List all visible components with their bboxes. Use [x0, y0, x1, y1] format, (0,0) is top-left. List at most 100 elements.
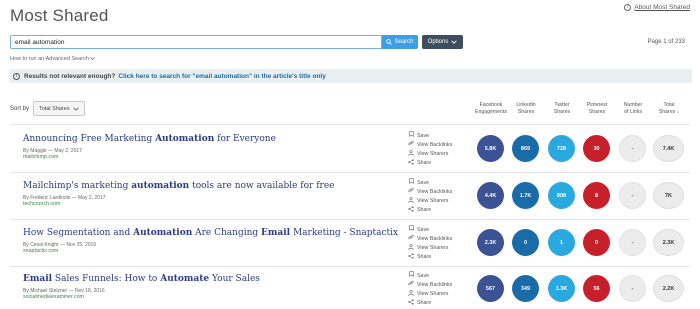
linkedin-shares-value: 349: [512, 275, 539, 302]
col-label: Total: [663, 102, 675, 108]
share-icon: [408, 206, 414, 215]
article-title-link[interactable]: Announcing Free Marketing Automation for…: [23, 134, 276, 144]
col-facebook-engagements[interactable]: Facebook Engagements: [471, 102, 511, 116]
about-most-shared-link[interactable]: i About Most Shared: [624, 4, 690, 11]
view-backlinks-action[interactable]: View Backlinks: [408, 280, 452, 289]
total-shares-value: 7K: [653, 182, 684, 209]
info-icon: i: [13, 72, 20, 80]
total-shares-value: 2.3K: [653, 229, 684, 256]
article-actions: Save View Backlinks View Sharers Share: [408, 178, 452, 215]
title-part: Email: [23, 274, 53, 284]
save-label: Save: [417, 179, 430, 186]
save-action[interactable]: Save: [408, 225, 452, 234]
col-number-of-links[interactable]: Number of Links: [613, 102, 653, 116]
article-title-link[interactable]: Email Sales Funnels: How to Automate You…: [23, 274, 260, 284]
article-domain-link[interactable]: mailchimp.com: [23, 154, 58, 160]
people-icon: [408, 196, 414, 206]
share-icon: [408, 253, 414, 262]
save-action[interactable]: Save: [408, 131, 452, 140]
save-label: Save: [417, 226, 430, 233]
link-icon: [408, 140, 414, 149]
share-action[interactable]: Share: [408, 206, 452, 215]
col-label: Shares: [553, 109, 571, 115]
share-action[interactable]: Share: [408, 299, 452, 308]
col-twitter-shares[interactable]: Twitter Shares: [542, 102, 582, 116]
facebook-engagements-value: 2.3K: [477, 229, 504, 256]
title-part: Marketing - Snaptactix: [290, 228, 399, 238]
search-input[interactable]: [10, 35, 382, 49]
facebook-engagements-value: 567: [477, 275, 504, 302]
title-part: Automation: [155, 134, 215, 144]
number-of-links-value: -: [619, 182, 646, 209]
title-part: tools are now available for free: [189, 181, 335, 191]
divider: [10, 172, 690, 173]
article-row: Announcing Free Marketing Automation for…: [0, 131, 700, 180]
view-backlinks-action[interactable]: View Backlinks: [408, 234, 452, 243]
bookmark-icon: [408, 131, 414, 140]
advanced-search-help-link[interactable]: How to run an Advanced Search: [10, 56, 96, 62]
search-icon: [386, 39, 393, 45]
title-only-search-link[interactable]: Click here to search for "email automati…: [118, 73, 325, 80]
title-part: Email: [261, 228, 291, 238]
col-pinterest-shares[interactable]: Pinterest Shares: [577, 102, 617, 116]
banner-prefix: Results not relevant enough?: [24, 72, 116, 80]
article-domain-link[interactable]: techcrunch.com: [23, 201, 60, 207]
article-domain-link[interactable]: socialmediaexaminer.com: [23, 294, 84, 300]
view-sharers-action[interactable]: View Sharers: [408, 196, 452, 206]
share-action[interactable]: Share: [408, 253, 452, 262]
title-part: Automation: [133, 228, 193, 238]
share-label: Share: [417, 160, 432, 167]
about-link-label: About Most Shared: [634, 4, 690, 11]
col-total-shares[interactable]: Total Shares ↓: [649, 102, 689, 116]
article-domain-link[interactable]: snaptactix.com: [23, 248, 58, 254]
linkedin-shares-value: 869: [512, 135, 539, 162]
col-label: Shares: [588, 109, 606, 115]
col-label: Engagements: [474, 109, 507, 115]
save-action[interactable]: Save: [408, 178, 452, 187]
view-sharers-action[interactable]: View Sharers: [408, 243, 452, 253]
link-icon: [408, 280, 414, 289]
col-label: Number: [623, 102, 643, 108]
share-label: Share: [417, 254, 432, 261]
options-button[interactable]: Options: [422, 35, 463, 49]
sort-by-label: Sort by: [10, 106, 30, 112]
title-part: Mailchimp's marketing: [23, 181, 132, 191]
search-button[interactable]: Search: [382, 35, 418, 49]
pinterest-shares-value: 0: [583, 229, 610, 256]
title-part: Your Sales: [209, 274, 260, 284]
col-linkedin-shares[interactable]: Linkedin Shares: [506, 102, 546, 116]
linkedin-shares-value: 0: [512, 229, 539, 256]
col-label: Shares ↓: [658, 109, 680, 115]
divider: [10, 124, 690, 125]
col-label: Linkedin: [516, 102, 536, 108]
sort-select[interactable]: Total Shares: [33, 101, 85, 116]
view-backlinks-action[interactable]: View Backlinks: [408, 187, 452, 196]
view-backlinks-label: View Backlinks: [417, 141, 453, 148]
title-part: Announcing Free Marketing: [23, 134, 156, 144]
article-row: How Segmentation and Automation Are Chan…: [0, 225, 700, 274]
title-part: Automate: [160, 274, 210, 284]
share-action[interactable]: Share: [408, 159, 452, 168]
article-row: Mailchimp's marketing automation tools a…: [0, 178, 700, 227]
number-of-links-value: -: [619, 135, 646, 162]
view-backlinks-label: View Backlinks: [417, 188, 453, 195]
article-row: Email Sales Funnels: How to Automate You…: [0, 271, 700, 309]
article-actions: Save View Backlinks View Sharers Share: [408, 271, 452, 308]
chevron-down-icon: [90, 57, 96, 61]
twitter-shares-value: 808: [548, 182, 575, 209]
save-action[interactable]: Save: [408, 271, 452, 280]
search-button-label: Search: [394, 39, 414, 45]
number-of-links-value: -: [619, 229, 646, 256]
view-sharers-action[interactable]: View Sharers: [408, 289, 452, 299]
article-title-link[interactable]: Mailchimp's marketing automation tools a…: [23, 181, 335, 191]
view-sharers-label: View Sharers: [417, 245, 449, 252]
share-label: Share: [417, 300, 432, 307]
view-sharers-label: View Sharers: [417, 151, 449, 158]
view-backlinks-action[interactable]: View Backlinks: [408, 140, 452, 149]
bookmark-icon: [408, 225, 414, 234]
article-title-link[interactable]: How Segmentation and Automation Are Chan…: [23, 228, 398, 238]
view-backlinks-label: View Backlinks: [417, 235, 453, 242]
view-sharers-action[interactable]: View Sharers: [408, 149, 452, 159]
search-bar: Search Options: [10, 35, 463, 49]
number-of-links-value: -: [619, 275, 646, 302]
